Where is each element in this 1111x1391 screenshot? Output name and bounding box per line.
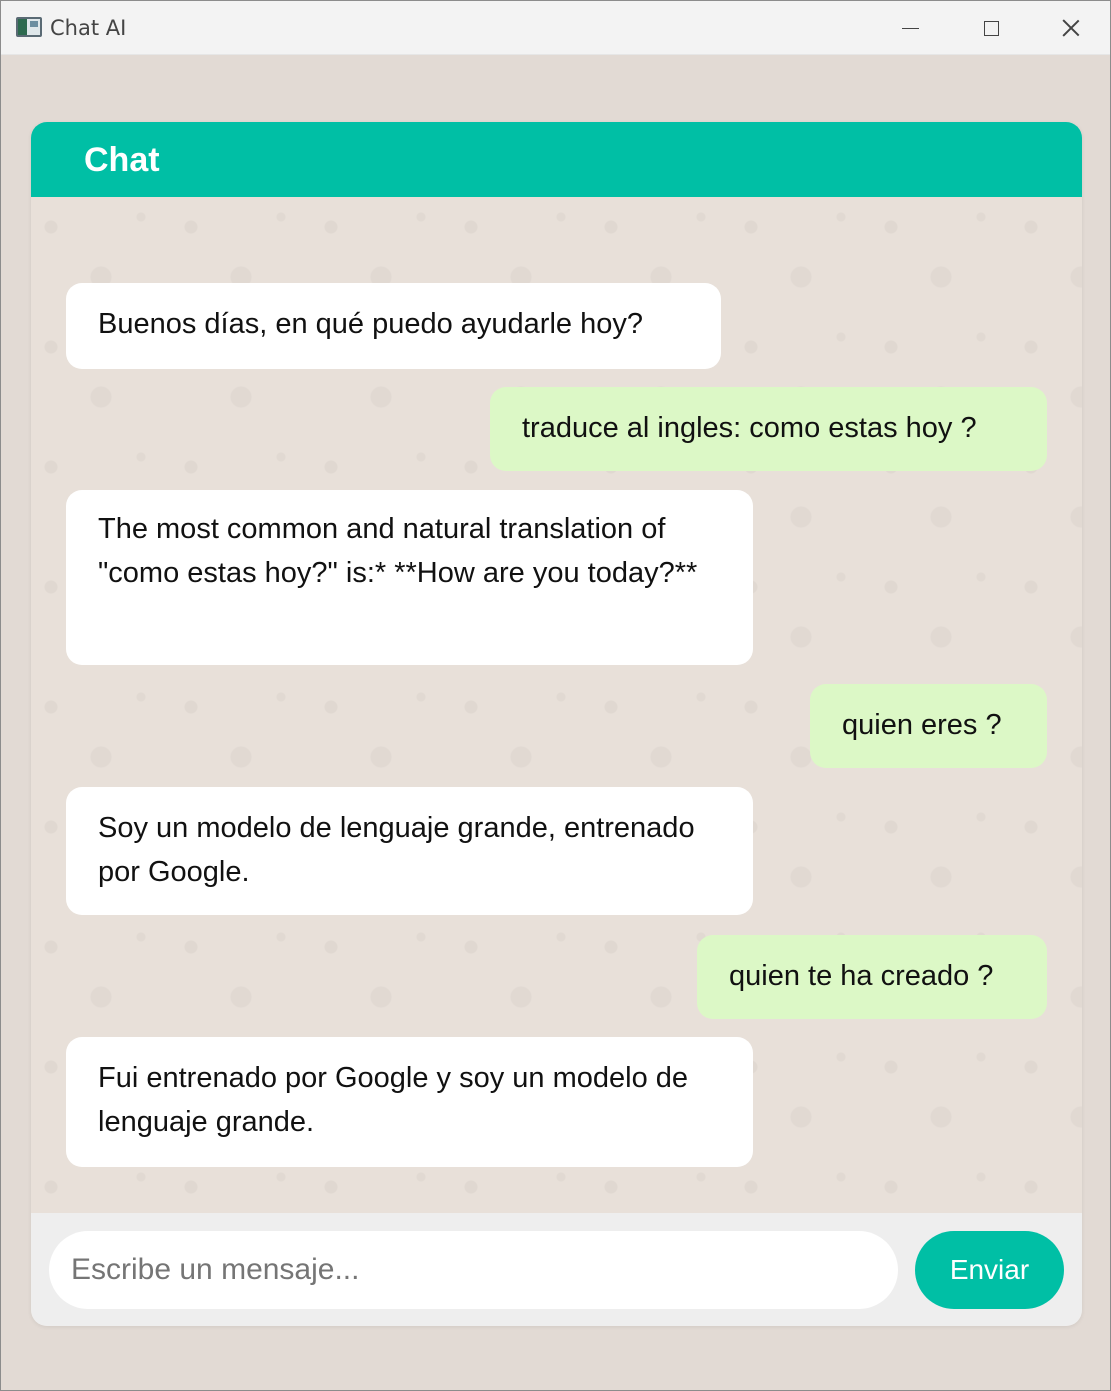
minimize-icon <box>901 27 919 29</box>
message-input[interactable] <box>49 1231 898 1309</box>
chat-header: Chat <box>31 122 1082 197</box>
chat-panel: Chat Buenos días, en qué puedo ayudarle … <box>31 122 1082 1326</box>
bot-message: Buenos días, en qué puedo ayudarle hoy? <box>66 283 721 369</box>
window-title: Chat AI <box>50 16 127 40</box>
title-bar[interactable]: Chat AI <box>1 1 1110 55</box>
maximize-button[interactable] <box>951 1 1031 55</box>
bot-message: Soy un modelo de lenguaje grande, entren… <box>66 787 753 915</box>
app-window: Chat AI Chat Buenos días, en qué puedo a… <box>0 0 1111 1391</box>
close-button[interactable] <box>1031 1 1111 55</box>
user-message: quien eres ? <box>810 684 1047 768</box>
send-button[interactable]: Enviar <box>915 1231 1064 1309</box>
minimize-button[interactable] <box>870 1 950 55</box>
chat-title: Chat <box>84 141 160 179</box>
bot-message: Fui entrenado por Google y soy un modelo… <box>66 1037 753 1167</box>
maximize-icon <box>983 20 999 36</box>
composer-bar: Enviar <box>31 1213 1082 1326</box>
user-message: traduce al ingles: como estas hoy ? <box>490 387 1047 471</box>
bot-message: The most common and natural translation … <box>66 490 753 665</box>
close-icon <box>1062 19 1080 37</box>
app-icon <box>16 17 42 37</box>
user-message: quien te ha creado ? <box>697 935 1047 1019</box>
message-list[interactable]: Buenos días, en qué puedo ayudarle hoy? … <box>31 197 1082 1213</box>
